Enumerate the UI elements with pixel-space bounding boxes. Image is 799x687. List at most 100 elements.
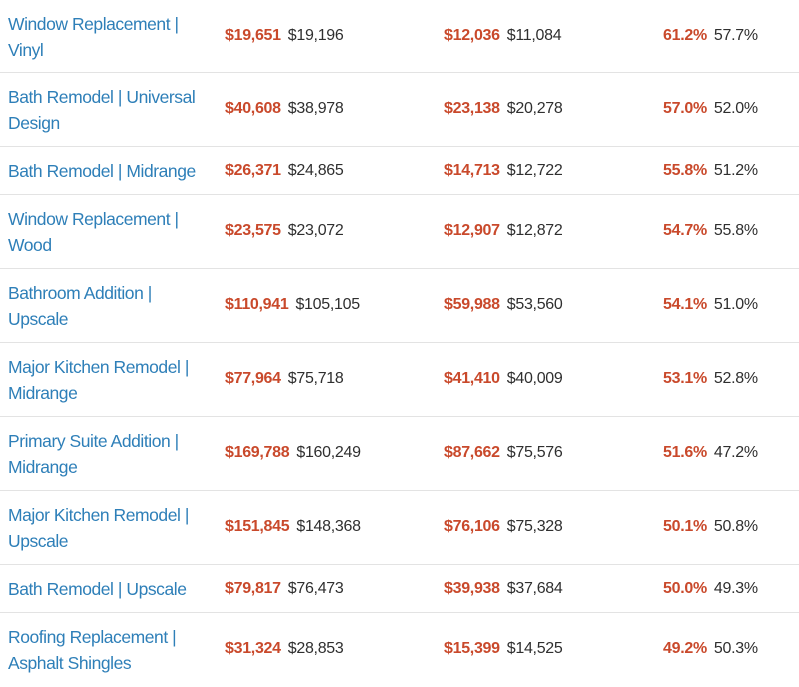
- cost-recouped-current: 50.1%: [663, 518, 707, 535]
- resale-value-current: $39,938: [444, 580, 500, 597]
- resale-value-cell: $39,938 $37,684: [444, 576, 563, 602]
- resale-value-cell: $23,138 $20,278: [444, 96, 563, 122]
- cost-recouped-cell: 50.0% 49.3%: [663, 576, 758, 602]
- resale-value-previous: $53,560: [506, 296, 563, 313]
- job-cost-cell: $110,941 $105,105: [225, 292, 360, 318]
- project-link[interactable]: Roofing Replacement | Asphalt Shingles: [8, 624, 213, 676]
- resale-value-current: $15,399: [444, 640, 500, 657]
- resale-value-current: $76,106: [444, 518, 500, 535]
- resale-value-current: $14,713: [444, 162, 500, 179]
- job-cost-current: $23,575: [225, 222, 281, 239]
- project-link[interactable]: Major Kitchen Remodel | Upscale: [8, 502, 213, 554]
- resale-value-current: $41,410: [444, 370, 500, 387]
- cost-recouped-cell: 50.1% 50.8%: [663, 514, 758, 540]
- job-cost-current: $169,788: [225, 444, 290, 461]
- cost-recouped-current: 61.2%: [663, 27, 707, 44]
- resale-value-previous: $12,722: [506, 162, 563, 179]
- cost-recouped-previous: 51.0%: [713, 296, 758, 313]
- job-cost-cell: $23,575 $23,072: [225, 218, 344, 244]
- job-cost-previous: $28,853: [287, 640, 344, 657]
- resale-value-cell: $59,988 $53,560: [444, 292, 563, 318]
- cost-recouped-previous: 50.3%: [713, 640, 758, 657]
- cost-recouped-current: 53.1%: [663, 370, 707, 387]
- job-cost-current: $77,964: [225, 370, 281, 387]
- cost-recouped-cell: 51.6% 47.2%: [663, 440, 758, 466]
- resale-value-previous: $75,328: [506, 518, 563, 535]
- job-cost-previous: $148,368: [296, 518, 361, 535]
- project-link[interactable]: Major Kitchen Remodel | Midrange: [8, 354, 213, 406]
- cost-recouped-cell: 61.2% 57.7%: [663, 23, 758, 49]
- table-row: Bath Remodel | Universal Design $40,608 $…: [0, 73, 799, 147]
- project-link[interactable]: Primary Suite Addition | Midrange: [8, 428, 213, 480]
- job-cost-previous: $38,978: [287, 100, 344, 117]
- job-cost-cell: $169,788 $160,249: [225, 440, 361, 466]
- table-row: Roofing Replacement | Asphalt Shingles $…: [0, 613, 799, 687]
- table-row: Bathroom Addition | Upscale $110,941 $105…: [0, 269, 799, 343]
- job-cost-cell: $79,817 $76,473: [225, 576, 344, 602]
- resale-value-previous: $75,576: [506, 444, 563, 461]
- resale-value-cell: $15,399 $14,525: [444, 636, 563, 662]
- table-row: Bath Remodel | Midrange $26,371 $24,865 $…: [0, 147, 799, 195]
- resale-value-previous: $11,084: [506, 27, 562, 44]
- job-cost-previous: $105,105: [295, 296, 360, 313]
- table-row: Primary Suite Addition | Midrange $169,7…: [0, 417, 799, 491]
- resale-value-cell: $12,907 $12,872: [444, 218, 563, 244]
- cost-recouped-previous: 52.8%: [713, 370, 758, 387]
- resale-value-current: $12,036: [444, 27, 500, 44]
- resale-value-previous: $12,872: [506, 222, 563, 239]
- table-row: Window Replacement | Vinyl $19,651 $19,19…: [0, 0, 799, 73]
- project-link[interactable]: Bath Remodel | Upscale: [8, 576, 213, 602]
- resale-value-cell: $76,106 $75,328: [444, 514, 563, 540]
- cost-recouped-cell: 53.1% 52.8%: [663, 366, 758, 392]
- cost-recouped-current: 54.7%: [663, 222, 707, 239]
- job-cost-cell: $26,371 $24,865: [225, 158, 344, 184]
- job-cost-previous: $76,473: [287, 580, 344, 597]
- table-row: Bath Remodel | Upscale $79,817 $76,473 $3…: [0, 565, 799, 613]
- table-row: Major Kitchen Remodel | Midrange $77,964…: [0, 343, 799, 417]
- resale-value-cell: $41,410 $40,009: [444, 366, 563, 392]
- cost-recouped-cell: 55.8% 51.2%: [663, 158, 758, 184]
- project-link[interactable]: Bath Remodel | Midrange: [8, 158, 213, 184]
- project-link[interactable]: Bath Remodel | Universal Design: [8, 84, 213, 136]
- resale-value-cell: $87,662 $75,576: [444, 440, 563, 466]
- job-cost-cell: $77,964 $75,718: [225, 366, 344, 392]
- job-cost-current: $151,845: [225, 518, 290, 535]
- cost-recouped-cell: 54.1% 51.0%: [663, 292, 758, 318]
- job-cost-current: $79,817: [225, 580, 281, 597]
- job-cost-previous: $19,196: [287, 27, 344, 44]
- job-cost-cell: $151,845 $148,368: [225, 514, 361, 540]
- project-link[interactable]: Window Replacement | Wood: [8, 206, 213, 258]
- cost-recouped-current: 51.6%: [663, 444, 707, 461]
- job-cost-current: $40,608: [225, 100, 281, 117]
- job-cost-current: $26,371: [225, 162, 281, 179]
- cost-recouped-cell: 49.2% 50.3%: [663, 636, 758, 662]
- table-row: Major Kitchen Remodel | Upscale $151,845…: [0, 491, 799, 565]
- cost-recouped-current: 49.2%: [663, 640, 707, 657]
- job-cost-previous: $23,072: [287, 222, 344, 239]
- cost-recouped-cell: 54.7% 55.8%: [663, 218, 758, 244]
- project-link[interactable]: Bathroom Addition | Upscale: [8, 280, 213, 332]
- cost-recouped-previous: 50.8%: [713, 518, 758, 535]
- cost-value-table: Window Replacement | Vinyl $19,651 $19,19…: [0, 0, 799, 687]
- job-cost-previous: $24,865: [287, 162, 344, 179]
- resale-value-current: $59,988: [444, 296, 500, 313]
- cost-recouped-current: 50.0%: [663, 580, 707, 597]
- project-link[interactable]: Window Replacement | Vinyl: [8, 11, 213, 63]
- table-row: Window Replacement | Wood $23,575 $23,072…: [0, 195, 799, 269]
- cost-recouped-current: 54.1%: [663, 296, 707, 313]
- job-cost-current: $19,651: [225, 27, 281, 44]
- cost-recouped-previous: 57.7%: [713, 27, 758, 44]
- cost-recouped-current: 55.8%: [663, 162, 707, 179]
- resale-value-previous: $40,009: [506, 370, 563, 387]
- cost-recouped-previous: 51.2%: [713, 162, 758, 179]
- resale-value-cell: $12,036 $11,084: [444, 23, 562, 49]
- job-cost-current: $31,324: [225, 640, 281, 657]
- cost-recouped-cell: 57.0% 52.0%: [663, 96, 758, 122]
- resale-value-previous: $20,278: [506, 100, 563, 117]
- cost-recouped-previous: 52.0%: [713, 100, 758, 117]
- resale-value-current: $23,138: [444, 100, 500, 117]
- cost-recouped-previous: 49.3%: [713, 580, 758, 597]
- resale-value-cell: $14,713 $12,722: [444, 158, 563, 184]
- resale-value-current: $12,907: [444, 222, 500, 239]
- job-cost-cell: $19,651 $19,196: [225, 23, 344, 49]
